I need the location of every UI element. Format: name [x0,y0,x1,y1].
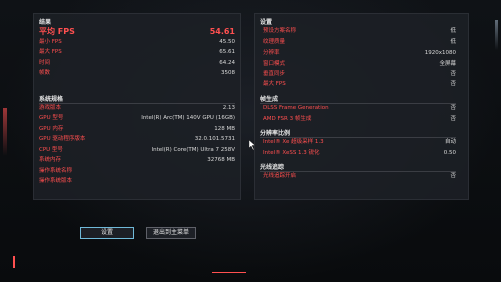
settings-button[interactable]: 设置 [80,227,134,239]
footer-logo [13,256,109,268]
avg-fps-label: 平均 FPS [39,27,75,36]
system-row: GPU 型号 Intel(R) Arc(TM) 140V GPU (16GB) [39,114,235,123]
system-label: GPU 驱动程序版本 [39,136,86,142]
scaling-label: Intel® Xe 超级采样 1.3 [263,139,324,145]
result-value: 65.61 [219,49,235,55]
decorative-strip-right [495,20,498,50]
settings-row: 窗口模式 全屏幕 [263,60,456,69]
scaling-row: Intel® XeSS 1.3 锐化 0.50 [263,149,456,158]
results-title: 结果 [39,19,52,26]
framegen-row: DLSS Frame Generation 否 [263,104,456,113]
raytracing-value: 否 [450,173,456,179]
system-label: CPU 型号 [39,147,63,153]
settings-row: 垂直同步 否 [263,70,456,79]
exit-to-main-menu-button[interactable]: 退出到主菜单 [146,227,196,239]
system-value: 128 MB [214,126,235,132]
settings-label: 分辨率 [263,50,280,56]
system-row: 操作系统版本 [39,177,235,186]
raytracing-title: 光线追踪 [260,164,285,171]
settings-value: 低 [450,28,456,34]
avg-fps-row: 平均 FPS 54.61 [39,26,235,38]
raytracing-row: 光线追踪开启 否 [263,172,456,181]
resolution-scaling-title: 分辨率比例 [260,130,291,137]
settings-label: 预设方案名称 [263,28,297,34]
system-value: 32.0.101.5731 [194,136,235,142]
result-label: 最大 FPS [39,49,62,55]
settings-label: 窗口模式 [263,61,286,67]
system-row: GPU 驱动程序版本 32.0.101.5731 [39,135,235,144]
settings-title: 设置 [260,19,273,26]
framegen-value: 否 [450,105,456,111]
mouse-cursor-icon [249,140,256,150]
result-label: 帧数 [39,70,51,76]
settings-value: 1920x1080 [424,50,456,56]
bottom-accent-bar [212,272,246,273]
system-label: 游戏版本 [39,105,62,111]
framegen-row: AMD FSR 3 帧生成 否 [263,115,456,124]
framegen-label: DLSS Frame Generation [263,105,329,111]
system-label: 操作系统版本 [39,178,73,184]
settings-row: 纹理质量 低 [263,38,456,47]
avg-fps-value: 54.61 [209,27,235,36]
scaling-label: Intel® XeSS 1.3 锐化 [263,150,320,156]
scaling-row: Intel® Xe 超级采样 1.3 自动 [263,138,456,147]
framegen-value: 否 [450,116,456,122]
system-value: Intel(R) Core(TM) Ultra 7 258V [151,147,235,153]
system-row: 游戏版本 2.13 [39,104,235,113]
settings-value: 低 [450,39,456,45]
result-row: 最大 FPS 65.61 [39,48,235,57]
settings-value: 否 [450,71,456,77]
settings-label: 纹理质量 [263,39,286,45]
result-value: 64.24 [219,60,235,66]
result-label: 时间 [39,60,51,66]
settings-panel: 设置 预设方案名称 低 纹理质量 低 分辨率 1920x1080 窗口模式 全屏… [254,13,469,200]
system-label: GPU 内存 [39,126,64,132]
system-row: 系统内存 32768 MB [39,156,235,165]
system-title: 系统规格 [39,96,64,103]
system-row: GPU 内存 128 MB [39,125,235,134]
system-value: 2.13 [222,105,235,111]
system-value: 32768 MB [207,157,235,163]
framegen-title: 帧生成 [260,96,279,103]
system-label: 系统内存 [39,157,62,163]
settings-row: 预设方案名称 低 [263,27,456,36]
settings-value: 否 [450,81,456,87]
scaling-value: 自动 [444,139,456,145]
result-row: 时间 64.24 [39,59,235,68]
result-value: 3508 [221,70,235,76]
result-row: 帧数 3508 [39,69,235,78]
raytracing-label: 光线追踪开启 [263,173,297,179]
decorative-strip-left [3,108,7,156]
result-label: 最小 FPS [39,39,62,45]
settings-label: 垂直同步 [263,71,286,77]
settings-row: 分辨率 1920x1080 [263,49,456,58]
system-row: 操作系统名称 [39,167,235,176]
settings-label: 最大 FPS [263,81,286,87]
system-label: GPU 型号 [39,115,64,121]
system-row: CPU 型号 Intel(R) Core(TM) Ultra 7 258V [39,146,235,155]
result-row: 最小 FPS 45.50 [39,38,235,47]
settings-row: 最大 FPS 否 [263,80,456,89]
system-value: Intel(R) Arc(TM) 140V GPU (16GB) [141,115,235,121]
settings-value: 全屏幕 [439,61,456,67]
result-value: 45.50 [219,39,235,45]
system-label: 操作系统名称 [39,168,73,174]
framegen-label: AMD FSR 3 帧生成 [263,116,312,122]
results-panel: 结果 平均 FPS 54.61 最小 FPS 45.50 最大 FPS 65.6… [33,13,241,200]
scaling-value: 0.50 [443,150,456,156]
